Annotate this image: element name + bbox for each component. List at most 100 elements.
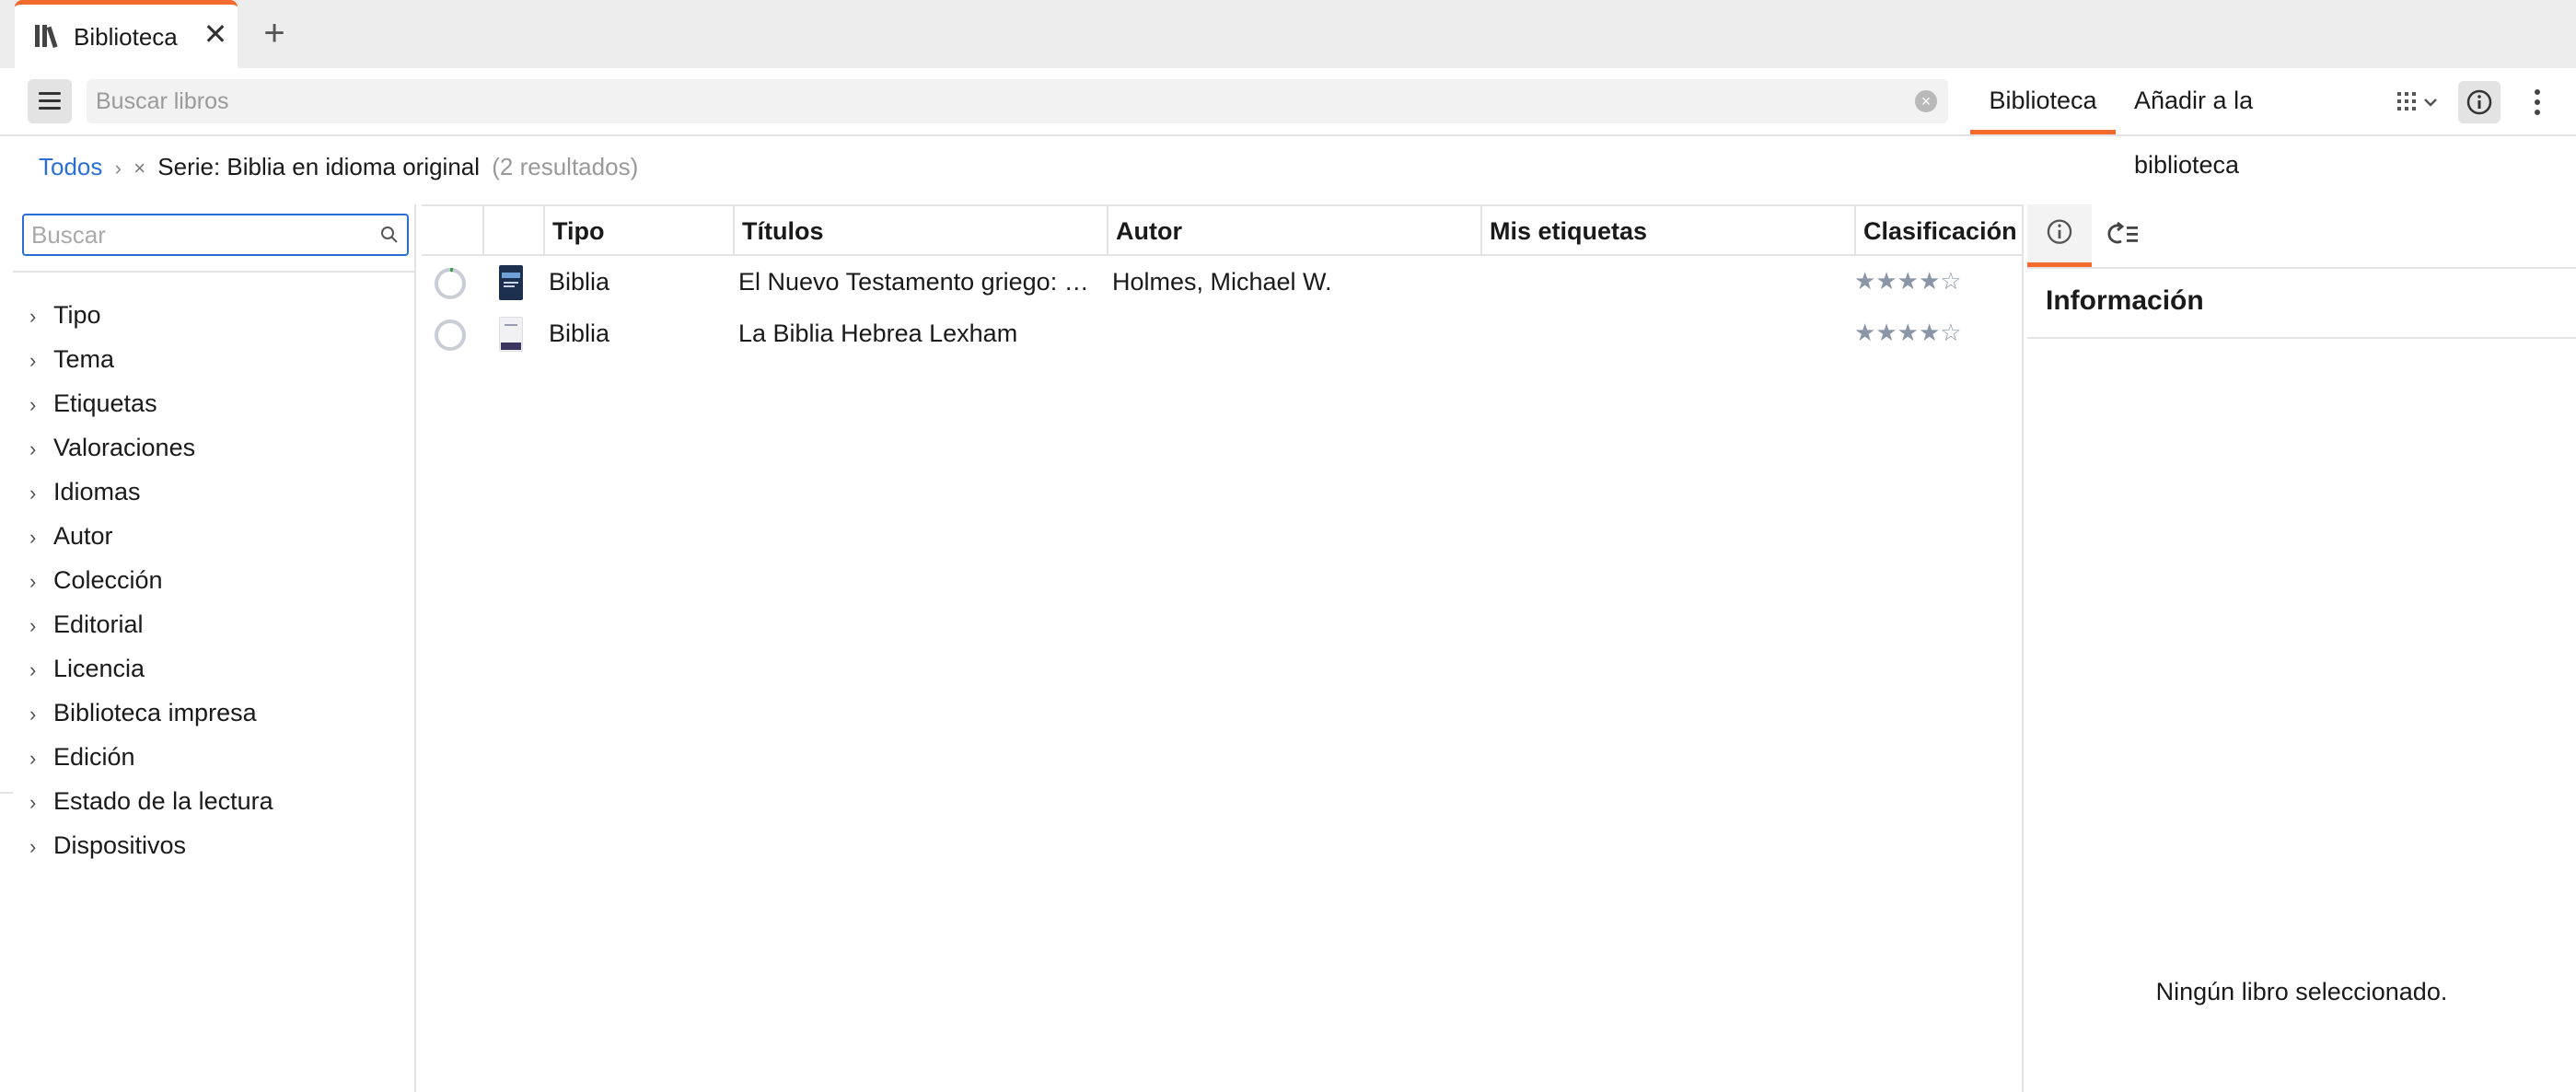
filter-item-valoraciones[interactable]: › Valoraciones: [29, 425, 273, 470]
filter-item-licencia[interactable]: › Licencia: [29, 646, 273, 691]
table-row[interactable]: Biblia La Biblia Hebrea Lexham ★★★★☆: [422, 308, 2024, 359]
filter-item-idiomas[interactable]: › Idiomas: [29, 470, 273, 514]
filter-item-tema[interactable]: › Tema: [29, 337, 273, 381]
hamburger-menu-icon[interactable]: [28, 79, 72, 123]
star-filled-icon[interactable]: ★: [1919, 319, 1940, 346]
chevron-right-icon: ›: [29, 526, 37, 549]
chevron-right-icon: ›: [29, 614, 37, 637]
filter-search-input[interactable]: [24, 215, 365, 254]
clear-search-icon[interactable]: ×: [1915, 90, 1937, 112]
star-empty-icon[interactable]: ☆: [1940, 267, 1961, 295]
library-icon: [35, 25, 58, 49]
star-filled-icon[interactable]: ★: [1854, 267, 1875, 295]
column-header-tipo[interactable]: Tipo: [543, 206, 733, 256]
filter-item-autor[interactable]: › Autor: [29, 514, 273, 558]
filter-item-biblioteca-impresa[interactable]: › Biblioteca impresa: [29, 691, 273, 735]
filter-item-etiquetas[interactable]: › Etiquetas: [29, 381, 273, 425]
chevron-right-icon: ›: [29, 349, 37, 372]
star-filled-icon[interactable]: ★: [1897, 267, 1919, 295]
chevron-right-icon: ›: [29, 835, 37, 858]
info-panel: Información Ningún libro seleccionado.: [2027, 204, 2576, 1092]
column-header-clasificacion[interactable]: Clasificación: [1854, 206, 2024, 256]
column-header-progress[interactable]: [422, 206, 482, 256]
table-header: Tipo Títulos Autor Mis etiquetas Clasifi…: [422, 204, 2024, 256]
result-count: (2 resultados): [492, 153, 639, 180]
star-empty-icon[interactable]: ☆: [1940, 319, 1961, 346]
filter-item-coleccion[interactable]: › Colección: [29, 558, 273, 602]
star-filled-icon[interactable]: ★: [1897, 319, 1919, 346]
chevron-right-icon: ›: [29, 393, 37, 416]
chevron-right-icon: ›: [29, 482, 37, 505]
more-options-icon[interactable]: [2519, 81, 2556, 123]
star-filled-icon[interactable]: ★: [1875, 267, 1897, 295]
star-filled-icon[interactable]: ★: [1854, 319, 1875, 346]
library-search: ×: [87, 79, 1948, 123]
empty-selection-message: Ningún libro seleccionado.: [2155, 978, 2448, 1005]
breadcrumb-filter: Serie: Biblia en idioma original: [157, 153, 481, 180]
info-icon[interactable]: [2458, 81, 2501, 123]
filter-item-estado-lectura[interactable]: › Estado de la lectura: [29, 779, 273, 823]
filter-list: › Tipo › Tema › Etiquetas › Valoraciones › Id…: [29, 293, 273, 867]
column-header-cover[interactable]: [482, 206, 543, 256]
rating-stars[interactable]: ★★★★☆: [1854, 256, 1962, 308]
breadcrumb-root-link[interactable]: Todos: [39, 153, 102, 180]
info-tab-icon[interactable]: [2027, 204, 2092, 267]
close-icon[interactable]: ✕: [199, 17, 232, 51]
cell-tipo: Biblia: [549, 319, 610, 347]
filter-item-tipo[interactable]: › Tipo: [29, 293, 273, 337]
filter-label: Estado de la lectura: [53, 787, 273, 815]
breadcrumb-separator: ›: [114, 157, 122, 180]
filter-sidebar: › Tipo › Tema › Etiquetas › Valoraciones › Id…: [13, 204, 416, 1092]
chevron-right-icon: ›: [29, 437, 37, 460]
filter-label: Licencia: [53, 655, 145, 682]
view-options-icon[interactable]: [2394, 81, 2445, 123]
column-header-etiquetas[interactable]: Mis etiquetas: [1480, 206, 1854, 256]
cell-titulo: El Nuevo Testamento griego: Edición SBL: [738, 268, 1097, 296]
filter-search: [22, 214, 409, 256]
add-tab-icon[interactable]: +: [256, 15, 293, 53]
book-cover-icon: [499, 317, 523, 352]
filter-label: Autor: [53, 522, 113, 550]
cell-etiquetas: [1486, 308, 1851, 359]
column-header-autor[interactable]: Autor: [1107, 206, 1480, 256]
info-panel-tabs: [2027, 204, 2576, 269]
filter-label: Editorial: [53, 610, 144, 638]
chevron-right-icon: ›: [29, 791, 37, 814]
cell-titulo: La Biblia Hebrea Lexham: [738, 319, 1018, 347]
tab-library[interactable]: Biblioteca: [1970, 68, 2116, 134]
cell-autor: Holmes, Michael W.: [1112, 268, 1332, 296]
filter-label: Colección: [53, 566, 163, 594]
cell-etiquetas: [1486, 256, 1851, 308]
left-edge-divider: [0, 792, 13, 794]
filter-item-edicion[interactable]: › Edición: [29, 735, 273, 779]
filter-item-editorial[interactable]: › Editorial: [29, 602, 273, 646]
search-icon: [381, 227, 398, 243]
window-left-edge: [0, 136, 13, 1092]
rating-stars[interactable]: ★★★★☆: [1854, 308, 1962, 359]
tab-biblioteca[interactable]: Biblioteca ✕: [15, 0, 238, 68]
filter-label: Tema: [53, 345, 115, 373]
star-filled-icon[interactable]: ★: [1875, 319, 1897, 346]
reading-progress-icon: [435, 319, 466, 351]
library-search-input[interactable]: [87, 79, 1891, 123]
info-panel-divider: [2027, 337, 2576, 339]
sidebar-divider: [13, 271, 416, 273]
table-row[interactable]: Biblia El Nuevo Testamento griego: Edici…: [422, 256, 2024, 308]
column-header-titulos[interactable]: Títulos: [733, 206, 1107, 256]
filter-item-dispositivos[interactable]: › Dispositivos: [29, 823, 273, 867]
cell-tipo: Biblia: [549, 268, 610, 296]
filter-label: Etiquetas: [53, 389, 157, 417]
filter-label: Valoraciones: [53, 434, 196, 461]
tab-add-to-library[interactable]: Añadir a la biblioteca: [2134, 68, 2364, 179]
reading-plan-icon[interactable]: [2094, 204, 2158, 267]
filter-label: Tipo: [53, 301, 101, 329]
chevron-right-icon: ›: [29, 747, 37, 770]
chevron-right-icon: ›: [29, 570, 37, 593]
star-filled-icon[interactable]: ★: [1919, 267, 1940, 295]
breadcrumb: Todos › × Serie: Biblia en idioma origin…: [39, 153, 638, 181]
book-table: Tipo Títulos Autor Mis etiquetas Clasifi…: [422, 204, 2024, 1092]
chevron-right-icon: ›: [29, 703, 37, 726]
chevron-right-icon: ›: [29, 305, 37, 328]
tab-bar: Biblioteca ✕ +: [0, 0, 2576, 68]
remove-filter-icon[interactable]: ×: [133, 157, 145, 180]
